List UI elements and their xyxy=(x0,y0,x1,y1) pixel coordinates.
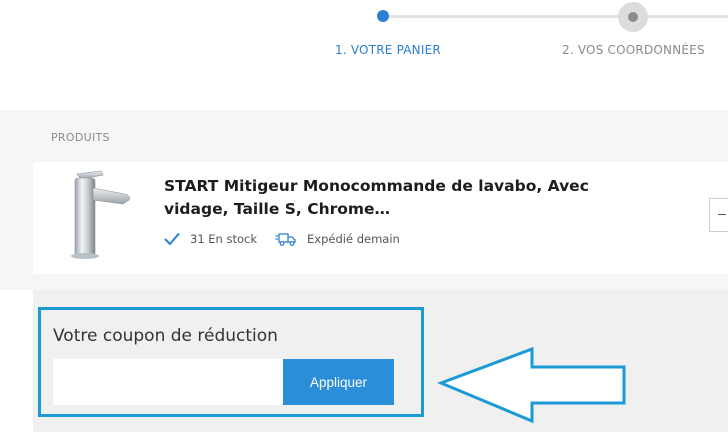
products-heading: PRODUITS xyxy=(51,131,110,144)
step-2-indicator-dot xyxy=(628,12,638,22)
step-1-label[interactable]: 1. VOTRE PANIER xyxy=(335,43,441,57)
faucet-image[interactable] xyxy=(61,168,133,260)
product-row: START Mitigeur Monocommande de lavabo, A… xyxy=(33,162,728,274)
quantity-decrease-button[interactable] xyxy=(709,198,728,232)
apply-coupon-button[interactable]: Appliquer xyxy=(283,359,394,405)
step-2-indicator xyxy=(618,2,648,32)
stock-status: 31 En stock xyxy=(190,232,258,246)
step-2-label[interactable]: 2. VOS COORDONNÉES xyxy=(562,43,705,57)
coupon-input[interactable] xyxy=(53,359,283,405)
coupon-title: Votre coupon de réduction xyxy=(53,326,278,346)
product-availability: 31 En stock Expédié demain xyxy=(164,231,400,247)
check-icon xyxy=(164,233,180,245)
shipping-info: Expédié demain xyxy=(307,232,400,246)
truck-icon xyxy=(275,233,296,246)
left-arrow-annotation xyxy=(436,346,626,424)
stepper-line xyxy=(648,15,728,18)
minus-icon xyxy=(718,214,726,215)
step-1-indicator xyxy=(377,10,389,22)
checkout-stepper: 1. VOTRE PANIER 2. VOS COORDONNÉES xyxy=(0,0,728,70)
stepper-line xyxy=(383,15,629,18)
product-title[interactable]: START Mitigeur Monocommande de lavabo, A… xyxy=(164,175,604,221)
